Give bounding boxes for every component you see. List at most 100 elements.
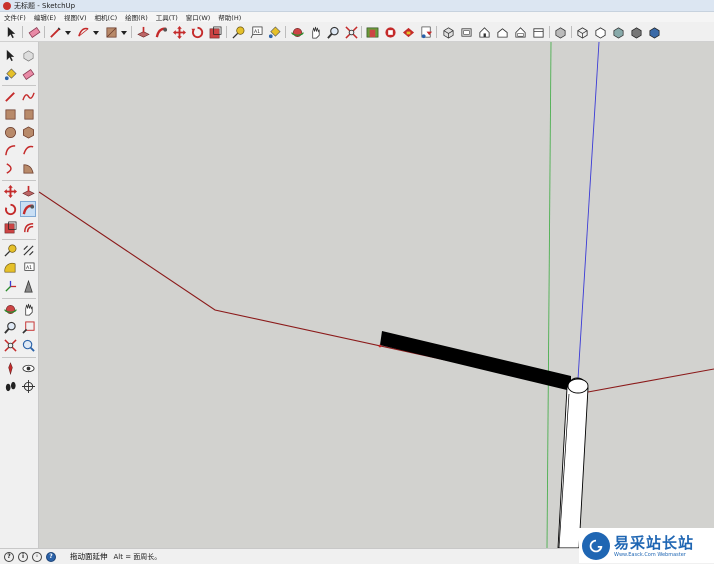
previous-view-icon[interactable] xyxy=(20,337,36,353)
paint-bucket-icon[interactable] xyxy=(2,66,18,82)
pan-tool-icon[interactable] xyxy=(307,24,323,40)
orbit-tool-icon[interactable] xyxy=(289,24,305,40)
line-tool-icon[interactable] xyxy=(47,24,63,40)
shape-dropdown-icon[interactable] xyxy=(121,29,127,35)
zoom-icon[interactable] xyxy=(2,319,18,335)
select-tool-icon[interactable] xyxy=(3,24,19,40)
scale-tool-icon[interactable] xyxy=(207,24,223,40)
hidden-line-style-icon[interactable] xyxy=(592,24,608,40)
modeling-viewport[interactable] xyxy=(39,42,714,548)
blue-axis xyxy=(577,42,600,380)
arc-dropdown-icon[interactable] xyxy=(93,29,99,35)
protractor-icon[interactable] xyxy=(2,260,18,276)
sketchup-app-icon xyxy=(3,1,11,10)
geo-location-icon[interactable]: ? xyxy=(4,551,14,562)
rotated-rectangle-icon[interactable] xyxy=(20,106,36,122)
watermark-overlay: 易采站长站 Www.Easck.Com Webmaster xyxy=(579,528,714,563)
zoom-window-icon[interactable] xyxy=(20,319,36,335)
menu-window[interactable]: 窗口(W) xyxy=(182,12,215,22)
freehand-icon[interactable] xyxy=(20,88,36,104)
extension-warehouse-icon[interactable] xyxy=(382,24,398,40)
monochrome-style-icon[interactable] xyxy=(646,24,662,40)
menu-help[interactable]: 帮助(H) xyxy=(214,12,245,22)
circle-icon[interactable] xyxy=(2,124,18,140)
section-plane-icon[interactable] xyxy=(20,378,36,394)
eraser-tool-icon[interactable] xyxy=(26,24,42,40)
line-icon[interactable] xyxy=(2,88,18,104)
tape-measure-icon[interactable] xyxy=(2,242,18,258)
right-view-icon[interactable] xyxy=(494,24,510,40)
cylinder-top-profile[interactable] xyxy=(567,378,589,394)
make-component-icon[interactable] xyxy=(20,47,36,63)
move-icon[interactable] xyxy=(2,183,18,199)
rotate-tool-icon[interactable] xyxy=(189,24,205,40)
3d-text-icon[interactable] xyxy=(20,278,36,294)
follow-me-icon[interactable] xyxy=(20,201,36,217)
three-point-arc-icon[interactable] xyxy=(2,160,18,176)
follow-me-tool-icon[interactable] xyxy=(153,24,169,40)
look-around-icon[interactable] xyxy=(20,360,36,376)
get-models-icon[interactable] xyxy=(418,24,434,40)
xray-style-icon[interactable] xyxy=(552,24,568,40)
push-pull-icon[interactable] xyxy=(20,183,36,199)
arc-tool-icon[interactable] xyxy=(75,24,91,40)
watermark-title: 易采站长站 xyxy=(614,533,695,552)
walk-icon[interactable] xyxy=(2,378,18,394)
zoom-extents-icon[interactable] xyxy=(2,337,18,353)
toolbar-separator xyxy=(2,357,36,358)
menu-camera[interactable]: 相机(C) xyxy=(91,12,122,22)
text-icon[interactable]: A1 xyxy=(20,260,36,276)
shaded-style-icon[interactable] xyxy=(610,24,626,40)
push-pull-tool-icon[interactable] xyxy=(135,24,151,40)
green-axis xyxy=(546,42,552,548)
pan-icon[interactable] xyxy=(20,301,36,317)
arc-icon[interactable] xyxy=(2,142,18,158)
back-view-icon[interactable] xyxy=(512,24,528,40)
toolbar-separator xyxy=(2,180,36,181)
rectangle-tool-icon[interactable] xyxy=(103,24,119,40)
line-dropdown-icon[interactable] xyxy=(65,29,71,35)
position-camera-icon[interactable] xyxy=(2,360,18,376)
left-view-icon[interactable] xyxy=(530,24,546,40)
menu-edit[interactable]: 编辑(E) xyxy=(30,12,60,22)
text-tool-icon[interactable]: A1 xyxy=(248,24,264,40)
3d-warehouse-icon[interactable] xyxy=(364,24,380,40)
move-tool-icon[interactable] xyxy=(171,24,187,40)
window-title: 无标题 - SketchUp xyxy=(14,1,76,10)
watermark-logo-icon xyxy=(582,531,610,560)
extruded-black-face[interactable] xyxy=(380,331,571,391)
help-icon[interactable]: ? xyxy=(46,551,56,562)
select-tool-icon[interactable] xyxy=(2,47,18,63)
menu-tools[interactable]: 工具(T) xyxy=(152,12,182,22)
pie-icon[interactable] xyxy=(20,160,36,176)
rectangle-icon[interactable] xyxy=(2,106,18,122)
svg-text:A1: A1 xyxy=(25,264,31,270)
credits-icon[interactable]: i xyxy=(18,551,28,562)
toolbar-separator xyxy=(2,239,36,240)
wireframe-style-icon[interactable] xyxy=(574,24,590,40)
two-point-arc-icon[interactable] xyxy=(20,142,36,158)
top-view-icon[interactable] xyxy=(458,24,474,40)
shaded-textures-style-icon[interactable] xyxy=(628,24,644,40)
tape-measure-tool-icon[interactable] xyxy=(230,24,246,40)
menu-file[interactable]: 文件(F) xyxy=(0,12,30,22)
offset-icon[interactable] xyxy=(20,219,36,235)
front-view-icon[interactable] xyxy=(476,24,492,40)
iso-view-icon[interactable] xyxy=(440,24,456,40)
orbit-icon[interactable] xyxy=(2,301,18,317)
toolbar-separator xyxy=(361,26,362,38)
zoom-extents-tool-icon[interactable] xyxy=(343,24,359,40)
axes-icon[interactable] xyxy=(2,278,18,294)
scale-icon[interactable] xyxy=(2,219,18,235)
share-model-icon[interactable] xyxy=(400,24,416,40)
menu-draw[interactable]: 绘图(R) xyxy=(121,12,152,22)
dimension-icon[interactable] xyxy=(20,242,36,258)
white-cylinder-body[interactable] xyxy=(557,377,589,548)
polygon-icon[interactable] xyxy=(20,124,36,140)
zoom-tool-icon[interactable] xyxy=(325,24,341,40)
rotate-icon[interactable] xyxy=(2,201,18,217)
paint-bucket-tool-icon[interactable] xyxy=(266,24,282,40)
menu-view[interactable]: 视图(V) xyxy=(60,12,91,22)
eraser-icon[interactable] xyxy=(20,66,36,82)
user-account-icon[interactable]: ◦ xyxy=(32,551,42,562)
